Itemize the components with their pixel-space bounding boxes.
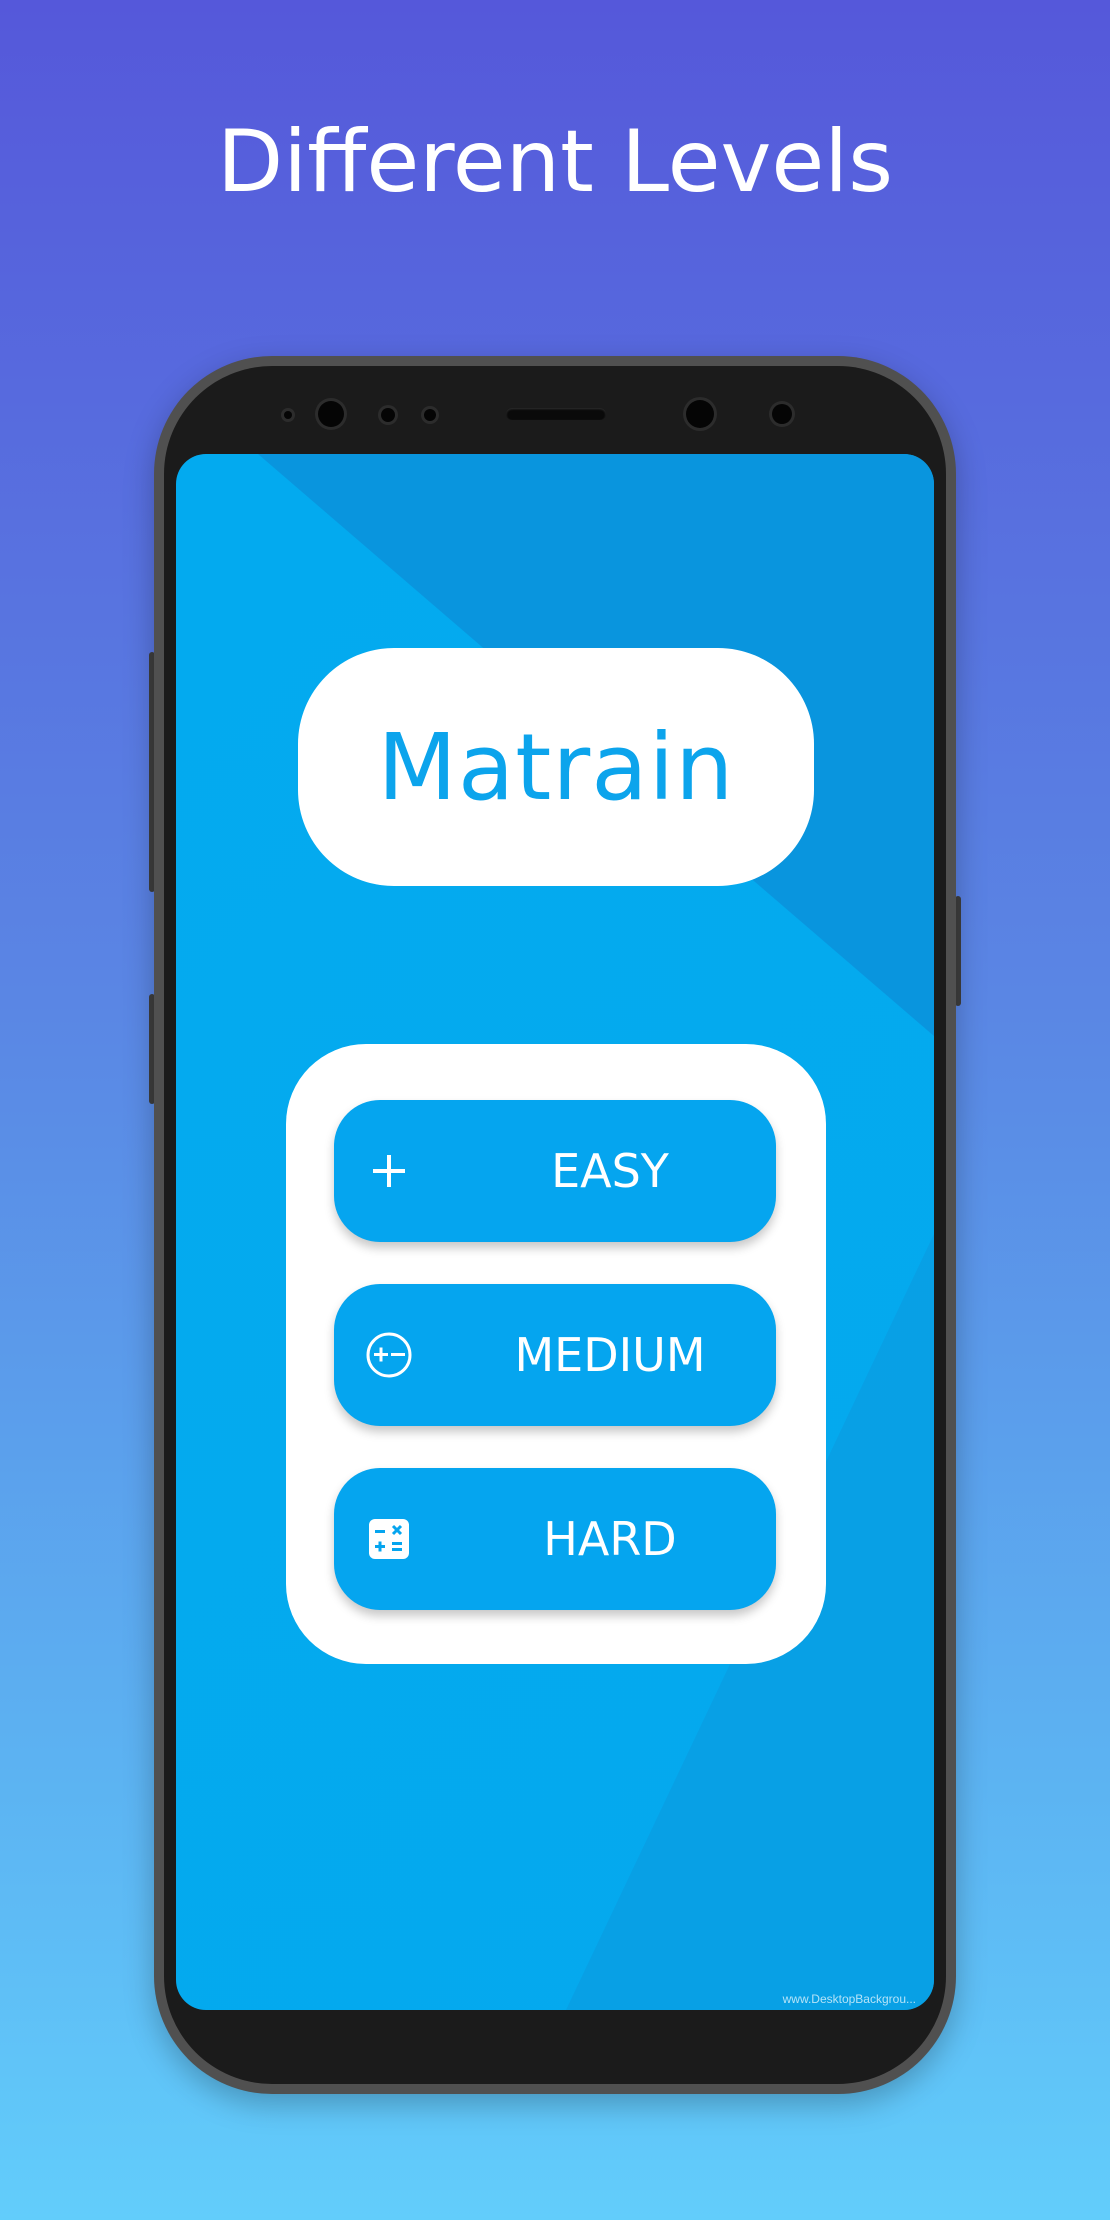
watermark-text: www.DesktopBackgrou... <box>782 1992 916 2006</box>
sensor-dot-icon <box>424 409 436 421</box>
headline: Different Levels <box>216 112 894 212</box>
calculator-icon <box>364 1514 414 1564</box>
medium-button[interactable]: MEDIUM <box>334 1284 776 1426</box>
plus-icon <box>364 1146 414 1196</box>
easy-button[interactable]: EASY <box>334 1100 776 1242</box>
app-logo-card: Matrain <box>298 648 814 886</box>
sensor-dot-icon <box>772 404 792 424</box>
hard-button-label: HARD <box>543 1512 677 1566</box>
hard-button[interactable]: HARD <box>334 1468 776 1610</box>
earpiece-speaker <box>506 408 606 420</box>
app-logo-text: Matrain <box>377 713 735 821</box>
easy-button-label: EASY <box>551 1144 669 1198</box>
front-camera-icon <box>318 401 344 427</box>
iris-scanner-icon <box>686 400 714 428</box>
sensor-dot-icon <box>381 408 395 422</box>
sensor-dot-icon <box>284 411 292 419</box>
plus-minus-circle-icon <box>364 1330 414 1380</box>
level-menu-card: EASY MEDIUM HARD <box>286 1044 826 1664</box>
app-screen: Matrain EASY MEDIUM HARD www.DesktopBack… <box>176 454 934 2010</box>
medium-button-label: MEDIUM <box>514 1328 706 1382</box>
